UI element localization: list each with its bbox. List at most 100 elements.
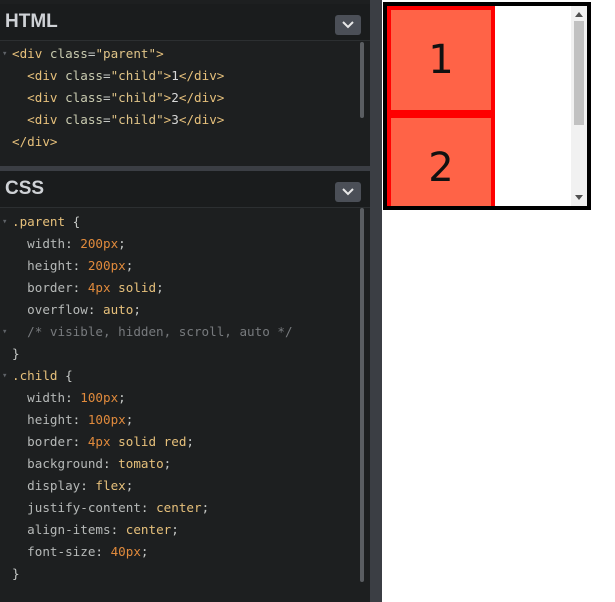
code-text: border: 4px solid;	[12, 277, 164, 299]
css-code-line[interactable]: height: 100px;	[0, 409, 358, 431]
fold-arrow-icon[interactable]: ▾	[2, 43, 7, 65]
code-token: ;	[171, 522, 179, 537]
css-code-line[interactable]: ▾ .child {	[0, 365, 358, 387]
code-text: height: 100px;	[12, 409, 133, 431]
preview-scrollbar[interactable]	[571, 6, 587, 206]
css-code-line[interactable]: ▾ /* visible, hidden, scroll, auto */	[0, 321, 358, 343]
code-token: =	[103, 112, 111, 127]
css-code-line[interactable]: border: 4px solid;	[0, 277, 358, 299]
code-token: 4px	[87, 280, 111, 295]
scroll-up-arrow-icon[interactable]	[575, 12, 583, 17]
preview-scrollbar-thumb[interactable]	[574, 21, 584, 125]
preview-child-2: 2	[387, 114, 495, 206]
code-token: auto	[103, 302, 134, 317]
code-text: width: 100px;	[12, 387, 126, 409]
code-text: <div class="parent">	[12, 43, 164, 65]
code-text: <div class="child">2</div>	[12, 87, 224, 109]
code-token: {	[57, 368, 73, 383]
code-text: height: 200px;	[12, 255, 133, 277]
code-token: .parent	[12, 214, 66, 229]
css-editor-scrollbar[interactable]	[360, 208, 364, 582]
code-text: <div class="child">3</div>	[12, 109, 224, 131]
code-token: =	[103, 68, 111, 83]
css-code-line[interactable]: width: 100px;	[0, 387, 358, 409]
code-token: border	[12, 434, 73, 449]
css-code-line[interactable]: border: 4px solid red;	[0, 431, 358, 453]
code-token: height	[12, 258, 73, 273]
css-code-line[interactable]: }	[0, 343, 358, 365]
code-token: :	[80, 478, 96, 493]
code-token: :	[140, 500, 157, 515]
code-token: "child"	[110, 68, 164, 83]
code-text: </div>	[12, 131, 58, 153]
code-token: =	[103, 90, 111, 105]
fold-arrow-icon[interactable]: ▾	[2, 365, 7, 387]
css-code-line[interactable]: font-size: 40px;	[0, 541, 358, 563]
code-token: 200px	[80, 236, 119, 251]
code-token: .child	[12, 368, 58, 383]
code-token: :	[103, 456, 119, 471]
code-token: ;	[140, 544, 149, 559]
css-code-line[interactable]: }	[0, 563, 358, 585]
code-text: display: flex;	[12, 475, 133, 497]
code-token: font-size	[12, 544, 96, 559]
css-code-line[interactable]: background: tomato;	[0, 453, 358, 475]
code-text: overflow: auto;	[12, 299, 141, 321]
preview-parent-box[interactable]: 1 2 3	[383, 2, 591, 210]
preview-child-1: 1	[387, 6, 495, 114]
code-token: :	[72, 412, 88, 427]
code-token: 100px	[80, 390, 119, 405]
code-token: :	[95, 544, 111, 559]
css-code-line[interactable]: height: 200px;	[0, 255, 358, 277]
css-code-line[interactable]: justify-content: center;	[0, 497, 358, 519]
css-code-editor[interactable]: ▾ .parent { width: 200px; height: 200px; …	[0, 211, 358, 602]
html-panel-header: HTML	[0, 4, 370, 41]
code-token: 4px	[87, 434, 111, 449]
code-token: ;	[163, 456, 172, 471]
html-editor-scrollbar[interactable]	[360, 42, 364, 118]
editor-column: HTML ▾ <div class="parent"> <div class="c…	[0, 0, 370, 602]
css-code-line[interactable]: align-items: center;	[0, 519, 358, 541]
code-token: ;	[118, 236, 126, 251]
fold-arrow-icon[interactable]: ▾	[2, 211, 7, 233]
pane-divider[interactable]	[370, 0, 382, 602]
code-token: width	[12, 236, 66, 251]
html-code-line[interactable]: </div>	[0, 131, 358, 153]
html-code-line[interactable]: <div class="child">1</div>	[0, 65, 358, 87]
code-token: "child"	[110, 112, 164, 127]
code-token: center	[125, 522, 172, 537]
html-panel-collapse-button[interactable]	[335, 15, 361, 35]
code-token: align-items	[12, 522, 111, 537]
css-panel-title: CSS	[5, 178, 45, 199]
code-token: :	[65, 236, 81, 251]
css-panel-collapse-button[interactable]	[335, 182, 361, 202]
code-token: <div	[12, 112, 66, 127]
css-panel-header: CSS	[0, 171, 370, 208]
html-code-editor[interactable]: ▾ <div class="parent"> <div class="child"…	[0, 43, 358, 163]
code-token: ;	[186, 434, 195, 449]
code-token: </div>	[178, 112, 225, 127]
code-token: height	[12, 412, 73, 427]
code-token: }	[12, 566, 20, 581]
code-token: :	[87, 302, 103, 317]
css-code-line[interactable]: width: 200px;	[0, 233, 358, 255]
fold-arrow-icon[interactable]: ▾	[2, 321, 7, 343]
html-code-line[interactable]: <div class="child">3</div>	[0, 109, 358, 131]
code-token: :	[65, 390, 81, 405]
css-code-line[interactable]: display: flex;	[0, 475, 358, 497]
code-token: </div>	[178, 90, 225, 105]
scroll-down-arrow-icon[interactable]	[575, 195, 583, 200]
code-text: font-size: 40px;	[12, 541, 149, 563]
code-token: 3	[171, 112, 179, 127]
code-token: }	[12, 346, 20, 361]
css-code-line[interactable]: ▾ .parent {	[0, 211, 358, 233]
html-code-line[interactable]: ▾ <div class="parent">	[0, 43, 358, 65]
code-token: center	[156, 500, 202, 515]
code-token: <div	[12, 46, 50, 61]
code-token: "parent"	[95, 46, 157, 61]
code-token: ;	[156, 280, 164, 295]
css-code-line[interactable]: overflow: auto;	[0, 299, 358, 321]
code-token: solid	[110, 280, 157, 295]
html-code-line[interactable]: <div class="child">2</div>	[0, 87, 358, 109]
chevron-down-icon	[342, 188, 354, 196]
